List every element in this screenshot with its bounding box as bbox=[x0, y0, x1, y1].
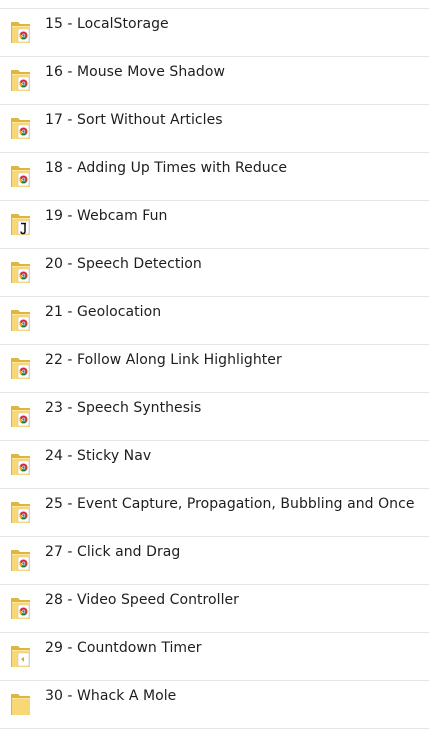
folder-name: 28 - Video Speed Controller bbox=[45, 592, 239, 608]
folder-name: 21 - Geolocation bbox=[45, 304, 162, 320]
folder-name: 15 - LocalStorage bbox=[45, 16, 169, 32]
folder-item-25[interactable]: 25 - Event Capture, Propagation, Bubblin… bbox=[0, 488, 429, 536]
folder-item-16[interactable]: 16 - Mouse Move Shadow bbox=[0, 56, 429, 104]
folder-name: 30 - Whack A Mole bbox=[45, 688, 177, 704]
folder-name: 23 - Speech Synthesis bbox=[45, 400, 202, 416]
folder-chrome-icon bbox=[10, 259, 32, 285]
folder-chrome-icon bbox=[10, 67, 32, 93]
folder-item-19[interactable]: 19 - Webcam Fun bbox=[0, 200, 429, 248]
folder-name: 19 - Webcam Fun bbox=[45, 208, 168, 224]
folder-item-30[interactable]: 30 - Whack A Mole bbox=[0, 680, 429, 729]
folder-name: 25 - Event Capture, Propagation, Bubblin… bbox=[45, 496, 415, 512]
folder-chrome-icon bbox=[10, 163, 32, 189]
folder-chrome-icon bbox=[10, 595, 32, 621]
folder-name: 29 - Countdown Timer bbox=[45, 640, 202, 656]
folder-chrome-icon bbox=[10, 451, 32, 477]
folder-chrome-icon bbox=[10, 355, 32, 381]
folder-name: 27 - Click and Drag bbox=[45, 544, 181, 560]
folder-chrome-icon bbox=[10, 115, 32, 141]
folder-script-icon bbox=[10, 211, 32, 237]
folder-chrome-icon bbox=[10, 19, 32, 45]
folder-name: 18 - Adding Up Times with Reduce bbox=[45, 160, 288, 176]
folder-list: 15 - LocalStorage 16 - Mouse Move Shadow… bbox=[0, 8, 429, 729]
folder-icon bbox=[10, 691, 32, 717]
folder-document-icon bbox=[10, 643, 32, 669]
folder-chrome-icon bbox=[10, 499, 32, 525]
folder-item-18[interactable]: 18 - Adding Up Times with Reduce bbox=[0, 152, 429, 200]
folder-item-20[interactable]: 20 - Speech Detection bbox=[0, 248, 429, 296]
folder-chrome-icon bbox=[10, 403, 32, 429]
folder-item-22[interactable]: 22 - Follow Along Link Highlighter bbox=[0, 344, 429, 392]
folder-chrome-icon bbox=[10, 307, 32, 333]
folder-name: 24 - Sticky Nav bbox=[45, 448, 152, 464]
folder-item-21[interactable]: 21 - Geolocation bbox=[0, 296, 429, 344]
folder-name: 20 - Speech Detection bbox=[45, 256, 202, 272]
folder-item-24[interactable]: 24 - Sticky Nav bbox=[0, 440, 429, 488]
folder-item-27[interactable]: 27 - Click and Drag bbox=[0, 536, 429, 584]
folder-name: 16 - Mouse Move Shadow bbox=[45, 64, 225, 80]
folder-item-17[interactable]: 17 - Sort Without Articles bbox=[0, 104, 429, 152]
folder-item-23[interactable]: 23 - Speech Synthesis bbox=[0, 392, 429, 440]
folder-item-28[interactable]: 28 - Video Speed Controller bbox=[0, 584, 429, 632]
folder-name: 22 - Follow Along Link Highlighter bbox=[45, 352, 282, 368]
folder-name: 17 - Sort Without Articles bbox=[45, 112, 223, 128]
folder-item-29[interactable]: 29 - Countdown Timer bbox=[0, 632, 429, 680]
folder-chrome-icon bbox=[10, 547, 32, 573]
folder-item-15[interactable]: 15 - LocalStorage bbox=[0, 8, 429, 56]
